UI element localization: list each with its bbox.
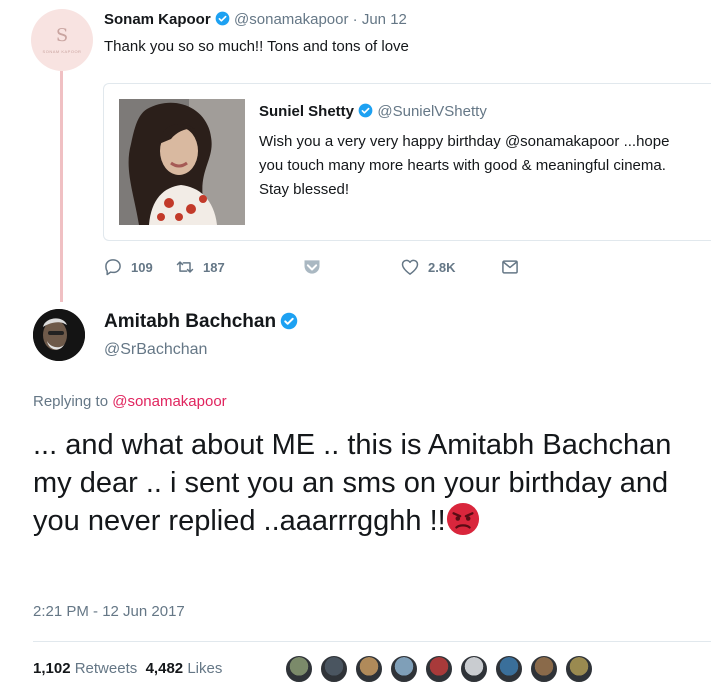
tweet2-text-block: ... and what about ME .. this is Amitabh… bbox=[33, 426, 703, 540]
quoted-author-name[interactable]: Suniel Shetty bbox=[259, 103, 354, 120]
tweet2-author-handle[interactable]: @SrBachchan bbox=[104, 341, 207, 359]
liker-avatar[interactable] bbox=[354, 654, 384, 684]
replying-to-label: Replying to bbox=[33, 393, 109, 410]
angry-face-emoji bbox=[446, 502, 479, 536]
liker-avatar[interactable] bbox=[424, 654, 454, 684]
like-total[interactable]: 4,482 bbox=[146, 660, 184, 677]
tweet1-header: Sonam Kapoor @sonamakapoor · Jun 12 bbox=[104, 11, 407, 28]
tweet2-timestamp[interactable]: 2:21 PM - 12 Jun 2017 bbox=[33, 603, 185, 620]
retweet-count: 187 bbox=[203, 259, 225, 275]
quoted-tweet-header: Suniel Shetty @SunielVShetty bbox=[259, 103, 487, 120]
like-total-label[interactable]: Likes bbox=[187, 660, 222, 677]
liker-avatar[interactable] bbox=[494, 654, 524, 684]
tweet2-author-name[interactable]: Amitabh Bachchan bbox=[104, 311, 276, 332]
tweet2-author-line: Amitabh Bachchan bbox=[104, 311, 298, 333]
caret-down-icon bbox=[304, 260, 320, 274]
reply-button[interactable]: 109 bbox=[103, 257, 153, 277]
like-button[interactable]: 2.8K bbox=[400, 257, 455, 277]
stats-divider bbox=[33, 641, 711, 642]
retweet-total[interactable]: 1,102 bbox=[33, 660, 71, 677]
direct-message-button[interactable] bbox=[500, 257, 520, 277]
retweet-total-label[interactable]: Retweets bbox=[75, 660, 138, 677]
quoted-tweet-text: Wish you a very very happy birthday @son… bbox=[259, 133, 670, 198]
tweet1-date[interactable]: Jun 12 bbox=[362, 11, 407, 28]
tweet2-text: ... and what about ME .. this is Amitabh… bbox=[33, 429, 672, 537]
verified-badge-icon bbox=[358, 103, 373, 118]
replying-to-mention[interactable]: @sonamakapoor bbox=[112, 393, 226, 410]
verified-badge-icon bbox=[280, 312, 298, 330]
tweet1-handle[interactable]: @sonamakapoor bbox=[234, 11, 348, 28]
tweet2-stats: 1,102 Retweets 4,482 Likes bbox=[33, 660, 222, 677]
verified-badge-icon bbox=[215, 11, 230, 26]
like-count: 2.8K bbox=[428, 259, 456, 275]
replying-to-line: Replying to @sonamakapoor bbox=[33, 393, 227, 410]
liker-avatar[interactable] bbox=[319, 654, 349, 684]
tweet1-text: Thank you so so much!! Tons and tons of … bbox=[104, 38, 409, 55]
avatar-monogram: S bbox=[55, 24, 69, 46]
header-separator: · bbox=[348, 11, 362, 28]
retweet-button[interactable]: 187 bbox=[175, 257, 225, 277]
retweet-icon bbox=[176, 261, 194, 273]
liker-avatar[interactable] bbox=[564, 654, 594, 684]
more-options-button[interactable] bbox=[302, 257, 322, 277]
liker-avatar[interactable] bbox=[529, 654, 559, 684]
quoted-author-handle[interactable]: @SunielVShetty bbox=[377, 103, 486, 120]
avatar-subtext: SONAM KAPOOR bbox=[42, 48, 82, 54]
reply-icon bbox=[105, 259, 121, 276]
thread-connector-line bbox=[60, 70, 63, 302]
amitabh-bachchan-avatar[interactable] bbox=[33, 309, 85, 361]
quoted-tweet-photo[interactable] bbox=[119, 99, 245, 225]
tweet1-author-name[interactable]: Sonam Kapoor bbox=[104, 11, 211, 28]
liker-avatar[interactable] bbox=[284, 654, 314, 684]
liker-avatar[interactable] bbox=[459, 654, 489, 684]
liker-avatar[interactable] bbox=[389, 654, 419, 684]
heart-icon bbox=[401, 259, 419, 275]
sonam-kapoor-avatar[interactable]: S SONAM KAPOOR bbox=[31, 9, 93, 71]
reply-count: 109 bbox=[131, 259, 153, 275]
direct-message-icon bbox=[502, 260, 518, 274]
quoted-tweet-card[interactable]: Suniel Shetty @SunielVShetty Wish you a … bbox=[103, 83, 711, 241]
